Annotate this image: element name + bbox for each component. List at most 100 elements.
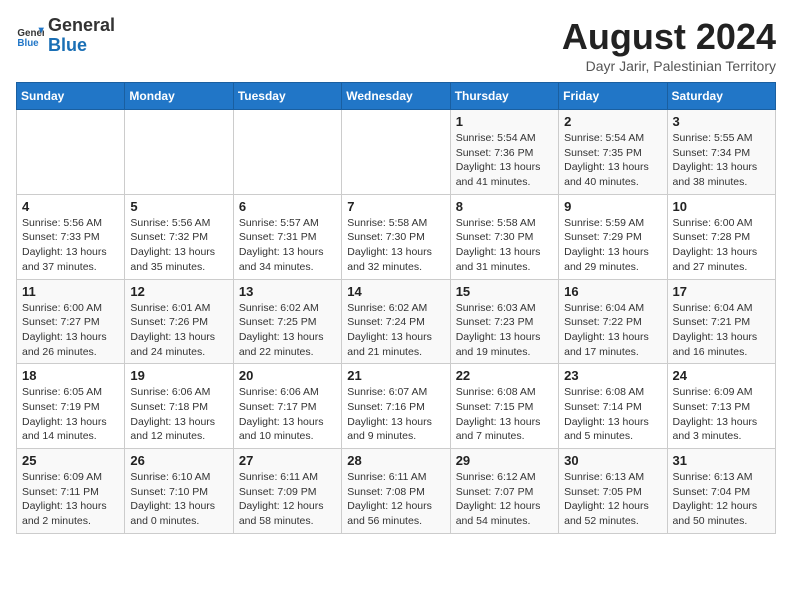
cell-content: Sunrise: 5:56 AM Sunset: 7:32 PM Dayligh… [130, 216, 227, 275]
calendar-cell: 13Sunrise: 6:02 AM Sunset: 7:25 PM Dayli… [233, 279, 341, 364]
calendar-week-row: 25 Sunrise: 6:09 AM Sunset: 7:11 PM Dayli… [17, 449, 776, 534]
cell-content: Sunrise: 5:58 AM Sunset: 7:30 PM Dayligh… [456, 216, 553, 275]
title-block: August 2024 Dayr Jarir, Palestinian Terr… [562, 16, 776, 74]
day-number: 8 [456, 199, 553, 214]
calendar-cell: 8 Sunrise: 5:58 AM Sunset: 7:30 PM Daylig… [450, 194, 558, 279]
day-number: 17 [673, 284, 770, 299]
calendar-cell: 6Sunrise: 5:57 AM Sunset: 7:31 PM Daylig… [233, 194, 341, 279]
calendar-cell: 2Sunrise: 5:54 AM Sunset: 7:35 PM Daylig… [559, 110, 667, 195]
cell-content: Sunrise: 6:10 AM Sunset: 7:10 PM Dayligh… [130, 470, 227, 529]
calendar-cell [17, 110, 125, 195]
cell-content: Sunrise: 6:08 AM Sunset: 7:14 PM Dayligh… [564, 385, 661, 444]
calendar-cell: 22 Sunrise: 6:08 AM Sunset: 7:15 PM Dayli… [450, 364, 558, 449]
calendar-cell: 15 Sunrise: 6:03 AM Sunset: 7:23 PM Dayli… [450, 279, 558, 364]
logo: General Blue General Blue [16, 16, 115, 56]
calendar-cell: 21Sunrise: 6:07 AM Sunset: 7:16 PM Dayli… [342, 364, 450, 449]
day-header-friday: Friday [559, 83, 667, 110]
calendar-week-row: 4Sunrise: 5:56 AM Sunset: 7:33 PM Daylig… [17, 194, 776, 279]
day-header-wednesday: Wednesday [342, 83, 450, 110]
cell-content: Sunrise: 6:02 AM Sunset: 7:24 PM Dayligh… [347, 301, 444, 360]
cell-content: Sunrise: 6:04 AM Sunset: 7:22 PM Dayligh… [564, 301, 661, 360]
calendar-cell: 4Sunrise: 5:56 AM Sunset: 7:33 PM Daylig… [17, 194, 125, 279]
day-number: 29 [456, 453, 553, 468]
day-number: 25 [22, 453, 119, 468]
cell-content: Sunrise: 6:00 AM Sunset: 7:28 PM Dayligh… [673, 216, 770, 275]
day-number: 31 [673, 453, 770, 468]
day-number: 6 [239, 199, 336, 214]
calendar-cell: 7 Sunrise: 5:58 AM Sunset: 7:30 PM Daylig… [342, 194, 450, 279]
calendar-cell: 25 Sunrise: 6:09 AM Sunset: 7:11 PM Dayli… [17, 449, 125, 534]
cell-content: Sunrise: 6:00 AM Sunset: 7:27 PM Dayligh… [22, 301, 119, 360]
cell-content: Sunrise: 6:09 AM Sunset: 7:11 PM Dayligh… [22, 470, 119, 529]
page-header: General Blue General Blue August 2024 Da… [16, 16, 776, 74]
cell-content: Sunrise: 6:11 AM Sunset: 7:08 PM Dayligh… [347, 470, 444, 529]
calendar-week-row: 11 Sunrise: 6:00 AM Sunset: 7:27 PM Dayli… [17, 279, 776, 364]
calendar-cell [342, 110, 450, 195]
calendar-cell: 19 Sunrise: 6:06 AM Sunset: 7:18 PM Dayli… [125, 364, 233, 449]
day-header-tuesday: Tuesday [233, 83, 341, 110]
day-number: 14 [347, 284, 444, 299]
calendar-cell: 10Sunrise: 6:00 AM Sunset: 7:28 PM Dayli… [667, 194, 775, 279]
calendar-cell: 24 Sunrise: 6:09 AM Sunset: 7:13 PM Dayli… [667, 364, 775, 449]
day-number: 15 [456, 284, 553, 299]
day-number: 9 [564, 199, 661, 214]
calendar-cell: 29 Sunrise: 6:12 AM Sunset: 7:07 PM Dayli… [450, 449, 558, 534]
day-number: 16 [564, 284, 661, 299]
calendar-cell: 9 Sunrise: 5:59 AM Sunset: 7:29 PM Daylig… [559, 194, 667, 279]
svg-text:Blue: Blue [17, 38, 39, 49]
cell-content: Sunrise: 5:54 AM Sunset: 7:35 PM Dayligh… [564, 131, 661, 190]
cell-content: Sunrise: 6:09 AM Sunset: 7:13 PM Dayligh… [673, 385, 770, 444]
day-number: 22 [456, 368, 553, 383]
calendar-week-row: 18Sunrise: 6:05 AM Sunset: 7:19 PM Dayli… [17, 364, 776, 449]
day-number: 21 [347, 368, 444, 383]
calendar-cell: 20Sunrise: 6:06 AM Sunset: 7:17 PM Dayli… [233, 364, 341, 449]
cell-content: Sunrise: 6:03 AM Sunset: 7:23 PM Dayligh… [456, 301, 553, 360]
calendar-cell: 27 Sunrise: 6:11 AM Sunset: 7:09 PM Dayli… [233, 449, 341, 534]
day-number: 1 [456, 114, 553, 129]
day-number: 30 [564, 453, 661, 468]
calendar-header-row: SundayMondayTuesdayWednesdayThursdayFrid… [17, 83, 776, 110]
calendar-cell: 11 Sunrise: 6:00 AM Sunset: 7:27 PM Dayli… [17, 279, 125, 364]
day-number: 7 [347, 199, 444, 214]
cell-content: Sunrise: 5:58 AM Sunset: 7:30 PM Dayligh… [347, 216, 444, 275]
day-header-sunday: Sunday [17, 83, 125, 110]
day-number: 4 [22, 199, 119, 214]
cell-content: Sunrise: 6:12 AM Sunset: 7:07 PM Dayligh… [456, 470, 553, 529]
calendar-week-row: 1Sunrise: 5:54 AM Sunset: 7:36 PM Daylig… [17, 110, 776, 195]
calendar-cell: 30Sunrise: 6:13 AM Sunset: 7:05 PM Dayli… [559, 449, 667, 534]
day-number: 19 [130, 368, 227, 383]
cell-content: Sunrise: 6:13 AM Sunset: 7:04 PM Dayligh… [673, 470, 770, 529]
logo-icon: General Blue [16, 22, 44, 50]
day-number: 13 [239, 284, 336, 299]
day-number: 12 [130, 284, 227, 299]
day-header-monday: Monday [125, 83, 233, 110]
day-number: 5 [130, 199, 227, 214]
day-number: 26 [130, 453, 227, 468]
day-number: 11 [22, 284, 119, 299]
calendar-cell: 16 Sunrise: 6:04 AM Sunset: 7:22 PM Dayli… [559, 279, 667, 364]
location-subtitle: Dayr Jarir, Palestinian Territory [562, 58, 776, 74]
calendar-title: August 2024 [562, 16, 776, 58]
calendar-cell: 31 Sunrise: 6:13 AM Sunset: 7:04 PM Dayli… [667, 449, 775, 534]
cell-content: Sunrise: 6:11 AM Sunset: 7:09 PM Dayligh… [239, 470, 336, 529]
calendar-cell: 23 Sunrise: 6:08 AM Sunset: 7:14 PM Dayli… [559, 364, 667, 449]
cell-content: Sunrise: 6:06 AM Sunset: 7:18 PM Dayligh… [130, 385, 227, 444]
calendar-cell: 1Sunrise: 5:54 AM Sunset: 7:36 PM Daylig… [450, 110, 558, 195]
cell-content: Sunrise: 6:05 AM Sunset: 7:19 PM Dayligh… [22, 385, 119, 444]
day-number: 28 [347, 453, 444, 468]
calendar-cell: 5 Sunrise: 5:56 AM Sunset: 7:32 PM Daylig… [125, 194, 233, 279]
day-number: 24 [673, 368, 770, 383]
calendar-cell: 17 Sunrise: 6:04 AM Sunset: 7:21 PM Dayli… [667, 279, 775, 364]
day-header-saturday: Saturday [667, 83, 775, 110]
cell-content: Sunrise: 6:01 AM Sunset: 7:26 PM Dayligh… [130, 301, 227, 360]
cell-content: Sunrise: 6:06 AM Sunset: 7:17 PM Dayligh… [239, 385, 336, 444]
day-header-thursday: Thursday [450, 83, 558, 110]
day-number: 23 [564, 368, 661, 383]
cell-content: Sunrise: 6:04 AM Sunset: 7:21 PM Dayligh… [673, 301, 770, 360]
day-number: 27 [239, 453, 336, 468]
cell-content: Sunrise: 5:59 AM Sunset: 7:29 PM Dayligh… [564, 216, 661, 275]
calendar-cell: 3Sunrise: 5:55 AM Sunset: 7:34 PM Daylig… [667, 110, 775, 195]
cell-content: Sunrise: 6:08 AM Sunset: 7:15 PM Dayligh… [456, 385, 553, 444]
calendar-cell: 26 Sunrise: 6:10 AM Sunset: 7:10 PM Dayli… [125, 449, 233, 534]
calendar-cell [233, 110, 341, 195]
